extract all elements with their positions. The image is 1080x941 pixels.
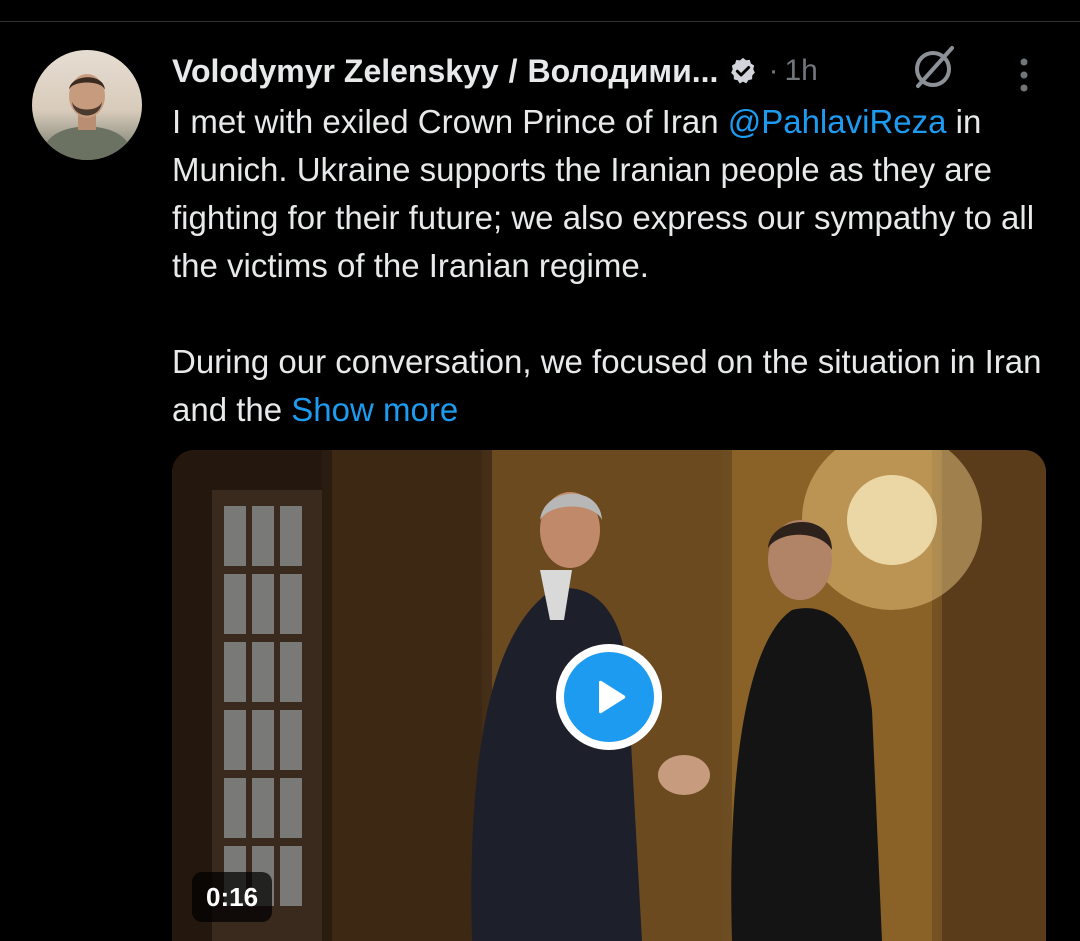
author-name[interactable]: Volodymyr Zelenskyy bbox=[172, 53, 499, 90]
post-time[interactable]: 1h bbox=[784, 54, 817, 88]
play-icon bbox=[599, 680, 626, 714]
video-player[interactable]: 0:16 bbox=[172, 450, 1046, 941]
avatar[interactable] bbox=[32, 50, 142, 160]
video-duration-badge: 0:16 bbox=[192, 872, 273, 922]
top-divider bbox=[0, 21, 1080, 22]
more-vertical-icon[interactable] bbox=[1012, 56, 1036, 96]
verified-badge-icon[interactable] bbox=[728, 56, 758, 86]
play-button[interactable] bbox=[556, 644, 662, 750]
play-button-inner bbox=[564, 652, 654, 742]
author-alt-name[interactable]: Володими... bbox=[528, 53, 719, 90]
dot-separator: · bbox=[768, 54, 779, 87]
name-separator: / bbox=[508, 52, 518, 89]
show-more-link[interactable]: Show more bbox=[291, 391, 458, 428]
text-line-1: I met with exiled Crown Prince of Iran bbox=[172, 103, 728, 140]
tweet-paragraph-2: During our conversation, we focused on t… bbox=[172, 338, 1052, 434]
mention-link[interactable]: @PahlaviReza bbox=[728, 103, 947, 140]
grok-icon[interactable] bbox=[908, 42, 960, 94]
tweet-text: I met with exiled Crown Prince of Iran @… bbox=[172, 98, 1052, 434]
tweet-paragraph-1: I met with exiled Crown Prince of Iran @… bbox=[172, 98, 1052, 290]
